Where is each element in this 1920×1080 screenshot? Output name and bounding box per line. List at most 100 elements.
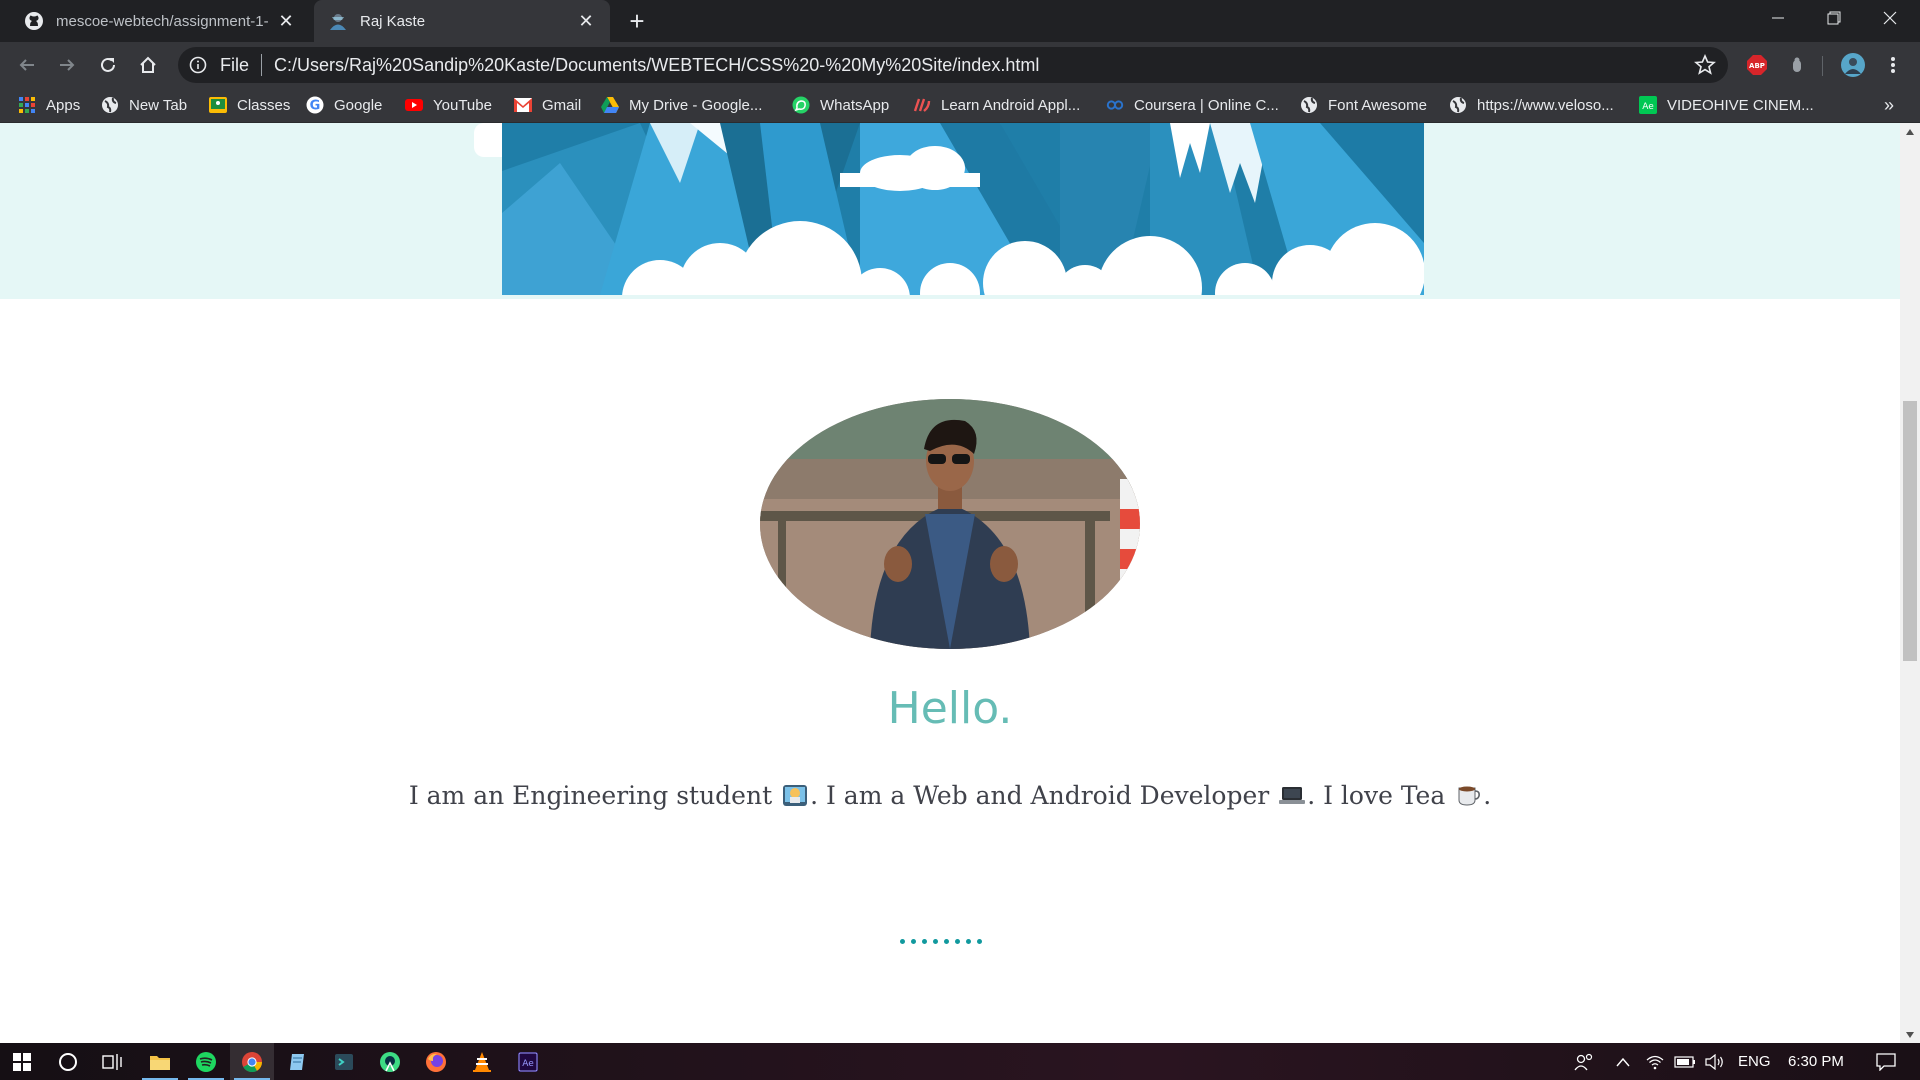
close-tab-icon[interactable]: ✕ <box>276 11 296 31</box>
divider-dot <box>955 939 960 944</box>
new-tab-button[interactable]: + <box>624 8 650 34</box>
bookmark-whatsapp[interactable]: WhatsApp <box>792 88 889 122</box>
tab-title: mescoe-webtech/assignment-1- <box>56 12 269 30</box>
bookmark-google[interactable]: G Google <box>306 88 382 122</box>
android-studio-icon <box>380 1051 400 1072</box>
bookmark-coursera[interactable]: Coursera | Online C... <box>1106 88 1279 122</box>
extension-button[interactable] <box>1782 50 1812 80</box>
taskbar-notes-app[interactable] <box>276 1043 320 1080</box>
taskbar-spotify[interactable] <box>184 1043 228 1080</box>
firefox-icon <box>426 1051 446 1072</box>
clock[interactable]: 6:30 PM <box>1788 1043 1844 1080</box>
gmail-icon <box>514 96 532 114</box>
intro-text-2: . I am a Web and Android Developer <box>810 781 1270 810</box>
after-effects-label: Ae <box>522 1059 534 1069</box>
bookmark-videohive[interactable]: Ae VIDEOHIVE CINEM... <box>1639 88 1814 122</box>
reload-button[interactable] <box>93 50 123 80</box>
profile-photo-image <box>760 399 1140 649</box>
restore-button[interactable] <box>1806 0 1862 36</box>
people-button[interactable] <box>1566 1043 1602 1080</box>
globe-icon <box>101 96 119 114</box>
people-icon <box>1574 1053 1593 1070</box>
scrollbar-thumb[interactable] <box>1903 401 1917 661</box>
page-scrollbar[interactable] <box>1900 123 1920 1043</box>
taskbar-vlc[interactable] <box>460 1043 504 1080</box>
cortana-circle-icon <box>59 1052 77 1071</box>
bookmark-gmail[interactable]: Gmail <box>514 88 581 122</box>
cortana-button[interactable] <box>46 1043 90 1080</box>
divider <box>1822 56 1823 76</box>
bookmark-star-icon[interactable] <box>1694 54 1716 76</box>
taskbar-android-studio[interactable] <box>368 1043 412 1080</box>
bookmark-font-awesome[interactable]: Font Awesome <box>1300 88 1427 122</box>
profile-button[interactable] <box>1838 50 1868 80</box>
url-text[interactable]: C:/Users/Raj%20Sandip%20Kaste/Documents/… <box>274 55 1039 76</box>
taskbar-firefox[interactable] <box>414 1043 458 1080</box>
taskbar-terminal-app[interactable] <box>322 1043 366 1080</box>
back-arrow-icon <box>19 59 34 71</box>
notifications-icon <box>1876 1052 1896 1071</box>
bookmark-youtube[interactable]: YouTube <box>405 88 492 122</box>
battery-button[interactable] <box>1670 1043 1700 1080</box>
divider-dot <box>900 939 905 944</box>
windows-logo-icon <box>13 1052 31 1071</box>
bookmark-veloso[interactable]: https://www.veloso... <box>1449 88 1614 122</box>
taskbar-chrome[interactable] <box>230 1043 274 1080</box>
bookmark-apps[interactable]: Apps <box>18 88 80 122</box>
udemy-icon <box>913 96 931 114</box>
input-language-indicator[interactable]: ENG <box>1738 1043 1771 1080</box>
taskbar-after-effects[interactable]: Ae <box>506 1043 550 1080</box>
volume-button[interactable] <box>1700 1043 1730 1080</box>
divider-dot <box>966 939 971 944</box>
chevron-up-icon <box>1616 1057 1630 1066</box>
minimize-button[interactable] <box>1750 0 1806 36</box>
start-button[interactable] <box>0 1043 44 1080</box>
browser-toolbar: File C:/Users/Raj%20Sandip%20Kaste/Docum… <box>0 42 1920 88</box>
taskbar-file-explorer[interactable] <box>138 1043 182 1080</box>
folder-icon <box>150 1055 170 1070</box>
bookmark-my-drive[interactable]: My Drive - Google... <box>601 88 762 122</box>
close-tab-icon[interactable]: ✕ <box>576 11 596 31</box>
spotify-icon <box>196 1051 216 1072</box>
show-hidden-icons-button[interactable] <box>1608 1043 1638 1080</box>
hero-section <box>0 123 1900 299</box>
home-button[interactable] <box>133 50 163 80</box>
back-button[interactable] <box>12 50 42 80</box>
terminal-icon <box>335 1053 353 1070</box>
forward-arrow-icon <box>60 59 75 71</box>
windows-taskbar: Ae ENG 6:30 PM <box>0 1043 1920 1080</box>
address-bar[interactable]: File C:/Users/Raj%20Sandip%20Kaste/Docum… <box>178 47 1728 83</box>
action-center-button[interactable] <box>1866 1043 1906 1080</box>
reload-icon <box>101 57 115 72</box>
avatar-favicon-icon <box>328 11 348 31</box>
divider-dot <box>944 939 949 944</box>
scroll-up-arrow-icon[interactable] <box>1900 123 1920 140</box>
drive-icon <box>601 96 619 114</box>
extension-puzzle-icon <box>1793 57 1801 72</box>
after-effects-icon: Ae <box>1639 96 1657 114</box>
task-view-button[interactable] <box>90 1043 134 1080</box>
coursera-icon <box>1106 96 1124 114</box>
adblock-extension-button[interactable]: ABP <box>1742 50 1772 80</box>
intro-text-1: I am an Engineering student <box>408 781 773 810</box>
network-button[interactable] <box>1640 1043 1670 1080</box>
bookmark-new-tab[interactable]: New Tab <box>101 88 187 122</box>
info-icon[interactable] <box>188 55 208 75</box>
bookmark-learn-android[interactable]: Learn Android Appl... <box>913 88 1080 122</box>
wifi-icon <box>1646 1055 1664 1069</box>
bookmark-classes[interactable]: Classes <box>209 88 290 122</box>
mountains-illustration <box>474 123 1424 295</box>
chrome-menu-button[interactable] <box>1878 50 1908 80</box>
scheme-label: File <box>220 54 250 75</box>
globe-icon <box>1300 96 1318 114</box>
close-window-button[interactable] <box>1862 0 1918 36</box>
scroll-down-arrow-icon[interactable] <box>1900 1026 1920 1043</box>
bookmark-label: https://www.veloso... <box>1477 96 1614 114</box>
forward-button[interactable] <box>52 50 82 80</box>
bookmarks-overflow-button[interactable]: » <box>1884 88 1894 122</box>
tab-github[interactable]: mescoe-webtech/assignment-1- ✕ <box>10 0 310 42</box>
svg-text:Ae: Ae <box>1642 102 1654 112</box>
google-icon: G <box>306 96 324 114</box>
tab-raj-kaste[interactable]: Raj Kaste ✕ <box>314 0 610 42</box>
bookmarks-bar: Apps New Tab Classes G Google YouTube Gm… <box>0 88 1920 123</box>
